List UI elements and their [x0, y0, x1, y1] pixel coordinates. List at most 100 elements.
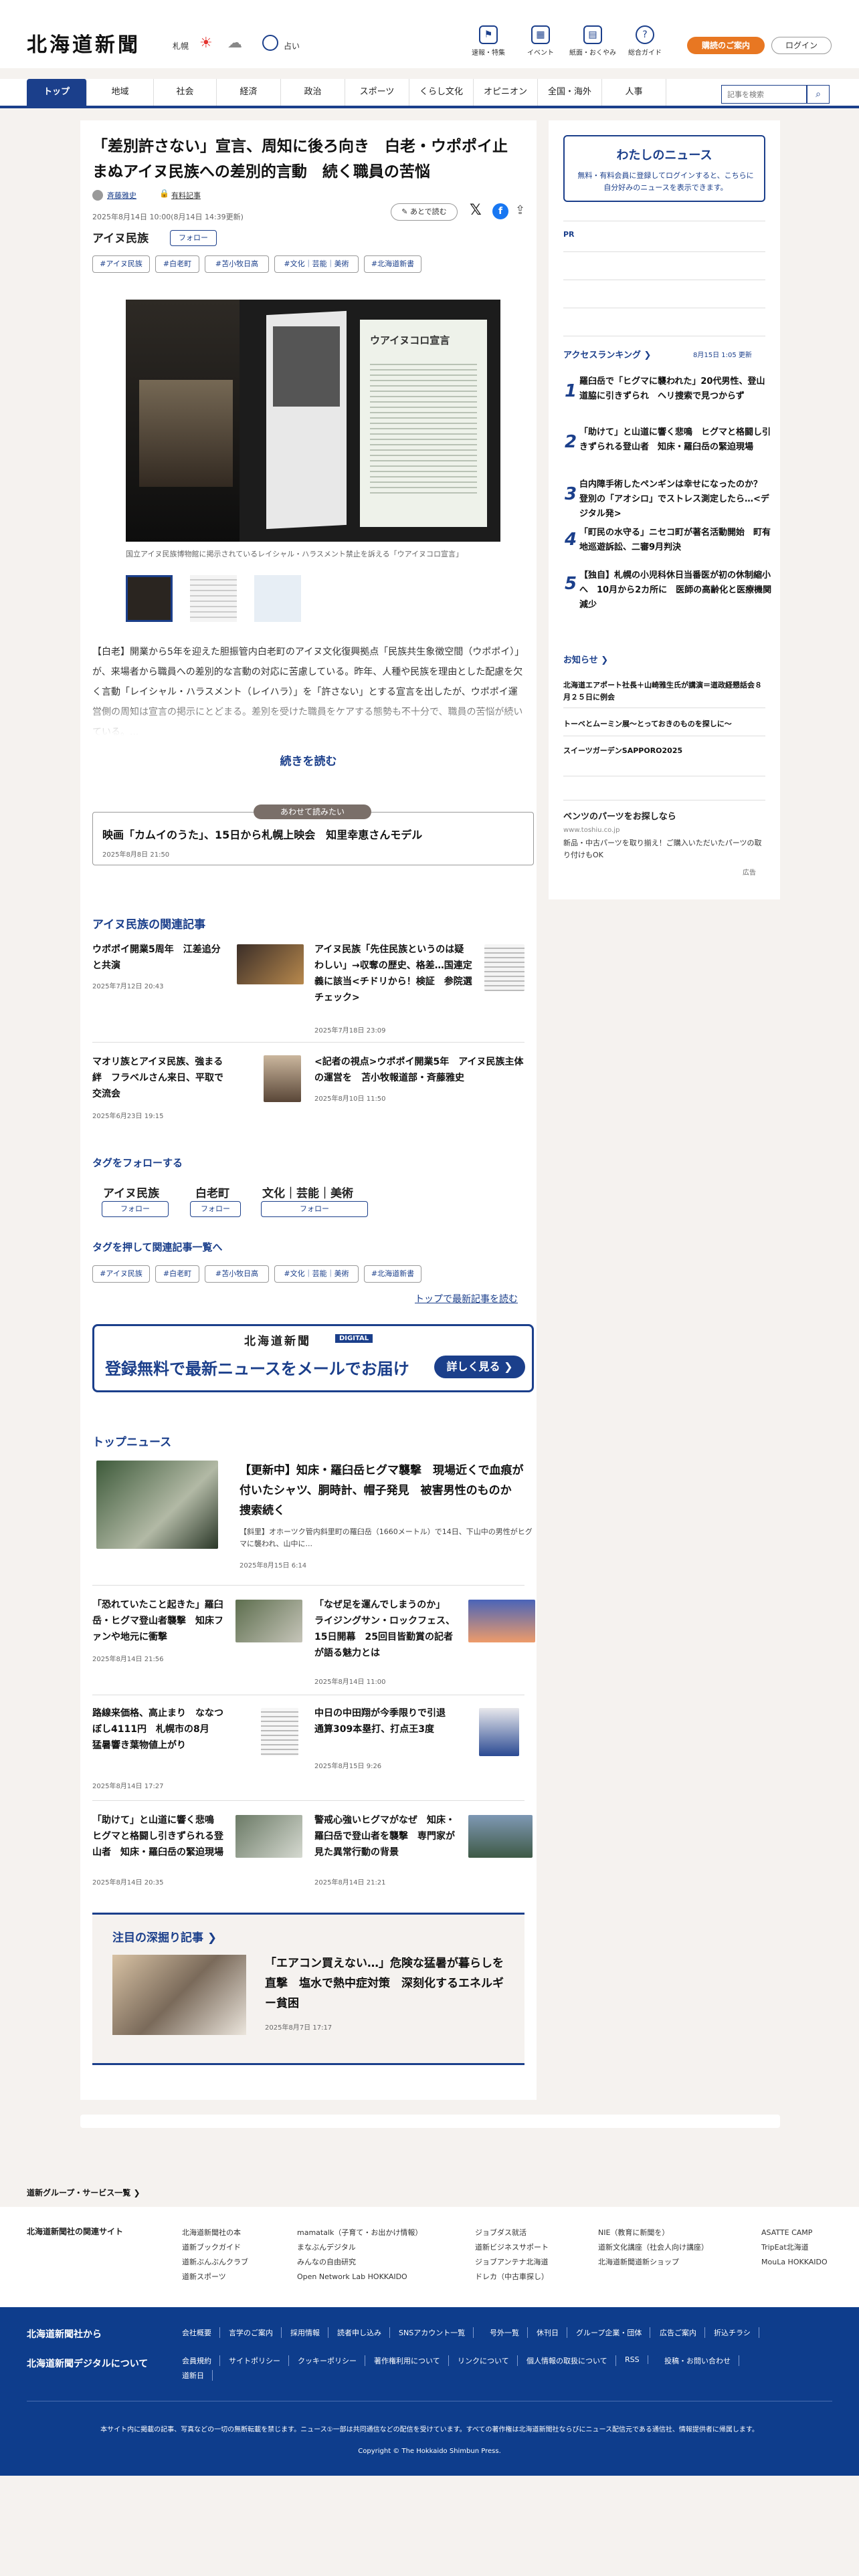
ranking-item-5[interactable]: 【独自】札幌の小児科休日当番医が初の休制縮小へ 10月から2カ所に 医師の高齢化… — [579, 568, 773, 613]
also-read-box[interactable]: あわせて読みたい 映画「カムイのうた」、15日から札幌上映会 知里幸恵さんモデル… — [92, 804, 534, 865]
nav-tab-economy[interactable]: 経済 — [217, 79, 281, 106]
notice-heading[interactable]: お知らせ ❯ — [563, 653, 608, 665]
photo-thumb-2[interactable] — [190, 575, 237, 622]
footer-link-digital-7[interactable]: 投稿・お問い合わせ — [664, 2355, 739, 2366]
ranking-item-4[interactable]: 「町民の水守る」ニセコ町が著名活動開始 町有地巡遊訴訟、二審9月判決 — [579, 526, 773, 555]
nav-icon-events[interactable]: ▦ イベント — [514, 25, 567, 57]
top-news-item[interactable]: 警戒心強いヒグマがなぜ 知床・羅臼岳で登山者を襲撃 専門家が見た異常行動の背景 … — [314, 1812, 533, 1899]
nav-tab-opinion[interactable]: オピニオン — [474, 79, 538, 106]
footer-link-company-5[interactable]: 号外一覧 — [490, 2327, 528, 2338]
x-share-icon[interactable]: 𝕏 — [470, 202, 482, 219]
tag-ainu[interactable]: #アイヌ民族 — [92, 255, 150, 273]
footer-link-company-3[interactable]: 読者申し込み — [337, 2327, 390, 2338]
tag-tomakomai[interactable]: #苫小牧日高 — [205, 255, 269, 273]
top-news-item[interactable]: 「助けて」と山道に響く悲鳴 ヒグマと格闘し引きずられる登山者 知床・羅臼岳の緊迫… — [92, 1812, 304, 1899]
tag-shinsho[interactable]: #北海道新書 — [364, 255, 421, 273]
sidebar-ad[interactable]: ベンツのパーツをお探しなら www.toshiu.co.jp 新品・中古パーツを… — [563, 802, 765, 883]
related-item-2[interactable]: アイヌ民族「先住民族というのは疑わしい」→収奪の歴史、格差…国連定義に該当<チド… — [314, 942, 526, 1042]
banner-detail-button[interactable]: 詳しく見る ❯ — [434, 1356, 525, 1378]
notice-item-2[interactable]: トーベとムーミン展〜とっておきのものを探しに〜 — [563, 718, 764, 729]
latest-news-link[interactable]: トップで最新記事を読む — [415, 1292, 518, 1305]
notice-item-1[interactable]: 北海道エアポート社長＋山崎雅生氏が講演＝道政経懇話会８月２５日に例会 — [563, 679, 764, 704]
photo-thumb-1[interactable] — [126, 575, 173, 622]
group-services-link[interactable]: 道新グループ・サービス一覧 ❯ — [27, 2187, 140, 2198]
footer-link-digital-0[interactable]: 会員規約 — [182, 2355, 220, 2366]
footer-col-4[interactable]: NIE（教育に新聞を） 道新文化講座（社会人向け講座） 北海道新聞道新ショップ — [598, 2226, 708, 2270]
related-item-1[interactable]: ウポポイ開業5周年 江差追分と共演 2025年7月12日 20:43 — [92, 942, 304, 1015]
ranking-item-1[interactable]: 羅臼岳で「ヒグマに襲われた」20代男性、登山道脇に引きずられ ヘリ捜索で見つから… — [579, 374, 773, 404]
top-news-item[interactable]: 「恐れていたこと起きた」羅臼岳・ヒグマ登山者襲撃 知床ファンや地元に衝撃 202… — [92, 1597, 304, 1671]
share-icon[interactable]: ⇪ — [515, 203, 525, 217]
nav-tab-top[interactable]: トップ — [27, 79, 87, 106]
nav-tab-sports[interactable]: スポーツ — [345, 79, 409, 106]
nav-tab-world[interactable]: 全国・海外 — [538, 79, 602, 106]
ranking-item-2[interactable]: 「助けて」と山道に響く悲鳴 ヒグマと格闘し引きずられる登山者 知床・羅臼岳の緊迫… — [579, 425, 773, 455]
weather-city[interactable]: 札幌 — [173, 40, 189, 51]
footer-col-2[interactable]: mamatalk（子育て・お出かけ情報） まなぶんデジタル みんなの自由研究 Open… — [297, 2226, 422, 2284]
footer-col-5[interactable]: ASATTE CAMP TripEat北海道 MouLa HOKKAIDO — [761, 2226, 828, 2270]
footer-link-company-2[interactable]: 採用情報 — [290, 2327, 328, 2338]
nav-tab-society[interactable]: 社会 — [154, 79, 217, 106]
follow-tag-name: アイヌ民族 — [103, 1187, 160, 1200]
deep-dive-thumb[interactable] — [112, 1955, 246, 2035]
footer-link-company-7[interactable]: グループ企業・団体 — [576, 2327, 651, 2338]
footer-related: 北海道新聞社の関連サイト 北海道新聞社の本 道新ブックガイド 道新ぶんぶんクラブ 道新… — [0, 2207, 859, 2307]
footer-link-digital-1[interactable]: サイトポリシー — [229, 2355, 289, 2366]
nav-tab-culture[interactable]: くらし文化 — [409, 79, 474, 106]
nav-icon-paper[interactable]: ▤ 紙面・おくやみ — [566, 25, 619, 57]
deep-dive-title[interactable]: 「エアコン買えない…」危険な猛暑が暮らしを直撃 塩水で熱中症対策 深刻化するエネ… — [265, 1953, 512, 2014]
follow-tag-button[interactable]: フォロー — [102, 1201, 169, 1217]
follow-tag-button[interactable]: フォロー — [190, 1201, 241, 1217]
related-item-4[interactable]: <記者の視点>ウポポイ開業5年 アイヌ民族主体の運営を 苫小牧報道部・斉藤雅史 … — [314, 1054, 526, 1128]
facebook-share-icon[interactable]: f — [492, 203, 508, 219]
footer-link-digital-6[interactable]: RSS — [625, 2355, 648, 2364]
footer-col-3[interactable]: ジョブダス就活 道新ビジネスサポート ジョブアンテナ北海道 ドレカ（中古車探し） — [475, 2226, 549, 2284]
top-news-lead[interactable]: 【更新中】知床・羅臼岳ヒグマ襲撃 現場近くで血痕が付いたシャツ、胴時計、帽子発見… — [96, 1461, 534, 1574]
top-news-item[interactable]: 中日の中田翔が今季限りで引退 通算309本塁打、打点王3度 2025年8月15日… — [314, 1705, 526, 1792]
top-news-item[interactable]: 「なぜ足を運んでしまうのか」 ライジングサン・ロックフェス、15日開幕 25回目… — [314, 1597, 535, 1691]
topic-follow-button[interactable]: フォロー — [170, 230, 217, 246]
footer-link-company-8[interactable]: 広告ご案内 — [660, 2327, 705, 2338]
search-icon[interactable]: ⌕ — [807, 85, 830, 104]
related-item-3[interactable]: マオリ族とアイヌ民族、強まる絆 フラベルさん来日、平取で交流会 2025年6月2… — [92, 1054, 304, 1128]
my-news-box: わたしのニュース 無料・有料会員に登録してログインすると、こちらに自分好みのニュ… — [563, 135, 765, 202]
top-news-item[interactable]: 路線来価格、高止まり ななつぼし4111円 札幌市の8月 猛暑響き葉物値上がり … — [92, 1705, 304, 1792]
footer-link-digital-3[interactable]: 著作権利用について — [374, 2355, 449, 2366]
save-button[interactable]: ✎ あとで読む — [391, 203, 458, 221]
deep-dive-heading[interactable]: 注目の深掘り記事 ❯ — [112, 1928, 217, 1945]
footer-link-company-4[interactable]: SNSアカウント一覧 — [399, 2327, 474, 2338]
fortune-label[interactable]: 占い — [284, 40, 300, 51]
nav-tab-local[interactable]: 地域 — [87, 79, 154, 106]
nav-icon-breaking[interactable]: ⚑ 速報・特集 — [462, 25, 515, 57]
search-input[interactable] — [721, 85, 807, 104]
footer-link-company-9[interactable]: 折込チラシ — [714, 2327, 759, 2338]
nav-tab-politics[interactable]: 政治 — [281, 79, 345, 106]
follow-tag-button[interactable]: フォロー — [261, 1201, 368, 1217]
footer-link-company-6[interactable]: 休刊日 — [537, 2327, 567, 2338]
nav-tab-personnel[interactable]: 人事 — [602, 79, 666, 106]
read-more-link[interactable]: 続きを読む — [92, 752, 524, 768]
paid-label[interactable]: 有料記事 — [171, 190, 201, 201]
ranking-item-3[interactable]: 白内障手術したペンギンは幸せになったのか？ 登別の「アオシロ」でストレス測定した… — [579, 477, 773, 522]
topic-name[interactable]: アイヌ民族 — [92, 229, 149, 245]
author-link[interactable]: 斉藤雅史 — [107, 190, 136, 201]
footer-link-digital-2[interactable]: クッキーポリシー — [298, 2355, 365, 2366]
footer-col-1[interactable]: 北海道新聞社の本 道新ブックガイド 道新ぶんぶんクラブ 道新スポーツ — [182, 2226, 248, 2284]
tag-culture[interactable]: #文化｜芸能｜美術 — [274, 255, 359, 273]
ranking-heading[interactable]: アクセスランキング ❯ — [563, 348, 651, 360]
photo-thumb-3[interactable] — [254, 575, 301, 622]
footer-link-company-0[interactable]: 会社概要 — [182, 2327, 220, 2338]
subscribe-button[interactable]: 購読のご案内 — [687, 37, 765, 54]
fortune-icon[interactable] — [262, 35, 278, 51]
notice-item-3[interactable]: スイーツガーデンSAPPORO2025 — [563, 745, 764, 756]
login-button[interactable]: ログイン — [771, 37, 832, 54]
article-photo[interactable]: ウアイヌコロ宣言 — [126, 300, 500, 542]
tag-shiraoi[interactable]: #白老町 — [155, 255, 199, 273]
nav-icon-guide[interactable]: ? 総合ガイド — [618, 25, 672, 57]
footer-link-company-1[interactable]: 言学のご案内 — [229, 2327, 282, 2338]
footer-link-digital-8[interactable]: 道新日 — [182, 2370, 213, 2381]
footer-link-digital-4[interactable]: リンクについて — [458, 2355, 518, 2366]
site-logo[interactable]: 北海道新聞 — [27, 28, 140, 58]
footer-link-digital-5[interactable]: 個人情報の取扱について — [527, 2355, 616, 2366]
newsletter-banner[interactable]: 北海道新聞 DIGITAL 登録無料で最新ニュースをメールでお届け 詳しく見る … — [92, 1324, 534, 1392]
